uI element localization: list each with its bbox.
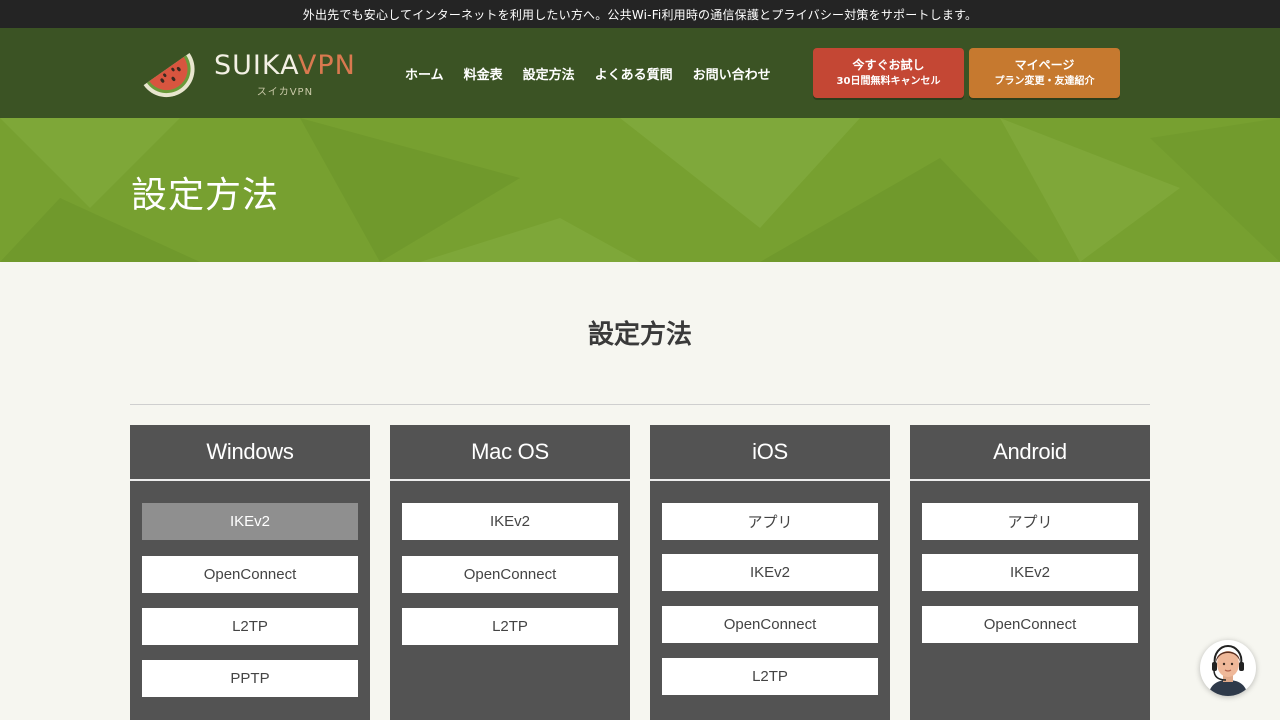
main-nav: ホーム 料金表 設定方法 よくある質問 お問い合わせ <box>405 28 771 118</box>
nav-setup[interactable]: 設定方法 <box>523 64 575 83</box>
setup-link-l2tp[interactable]: L2TP <box>662 658 878 695</box>
setup-link-ikev2[interactable]: IKEv2 <box>662 554 878 591</box>
section-divider <box>130 404 1150 405</box>
mypage-label: マイページ <box>1014 58 1075 72</box>
free-trial-button[interactable]: 今すぐお試し 30日間無料キャンセル <box>813 48 964 98</box>
section-heading: 設定方法 <box>587 320 692 350</box>
setup-link-l2tp[interactable]: L2TP <box>142 608 358 645</box>
setup-link-app[interactable]: アプリ <box>662 503 878 540</box>
setup-link-l2tp[interactable]: L2TP <box>402 608 618 645</box>
platform-column-ios: iOS アプリ IKEv2 OpenConnect L2TP <box>650 425 890 720</box>
logo-subtitle: スイカVPN <box>256 86 314 98</box>
platform-heading: Mac OS <box>390 425 630 481</box>
setup-link-openconnect[interactable]: OpenConnect <box>402 556 618 593</box>
setup-link-app[interactable]: アプリ <box>922 503 1138 540</box>
setup-link-openconnect[interactable]: OpenConnect <box>142 556 358 593</box>
announcement-bar: 外出先でも安心してインターネットを利用したい方へ。公共Wi-Fi利用時の通信保護… <box>0 0 1280 28</box>
platform-heading: Android <box>910 425 1150 481</box>
setup-link-ikev2[interactable]: IKEv2 <box>142 503 358 540</box>
logo-wordmark-vpn: VPN <box>297 49 356 81</box>
page-hero: 設定方法 <box>0 118 1280 262</box>
mypage-sublabel: プラン変更・友達紹介 <box>994 76 1095 87</box>
setup-link-openconnect[interactable]: OpenConnect <box>922 606 1138 643</box>
setup-link-openconnect[interactable]: OpenConnect <box>662 606 878 643</box>
nav-home[interactable]: ホーム <box>405 64 444 83</box>
watermelon-logo-icon <box>143 53 195 98</box>
support-agent-icon <box>1208 644 1248 696</box>
free-trial-label: 今すぐお試し <box>852 58 925 72</box>
chat-support-button[interactable] <box>1200 640 1256 696</box>
setup-link-ikev2[interactable]: IKEv2 <box>402 503 618 540</box>
platform-column-android: Android アプリ IKEv2 OpenConnect <box>910 425 1150 720</box>
nav-faq[interactable]: よくある質問 <box>595 64 673 83</box>
platform-heading: Windows <box>130 425 370 481</box>
page-title: 設定方法 <box>131 175 280 216</box>
site-header: SUIKAVPN スイカVPN ホーム 料金表 設定方法 よくある質問 お問い合… <box>0 28 1280 118</box>
logo-wordmark-suika: SUIKA <box>214 49 298 81</box>
platform-heading: iOS <box>650 425 890 481</box>
site-logo[interactable]: SUIKAVPN スイカVPN <box>138 42 356 106</box>
nav-contact[interactable]: お問い合わせ <box>693 64 771 83</box>
mypage-button[interactable]: マイページ プラン変更・友達紹介 <box>969 48 1120 98</box>
setup-link-pptp[interactable]: PPTP <box>142 660 358 697</box>
announcement-text: 外出先でも安心してインターネットを利用したい方へ。公共Wi-Fi利用時の通信保護… <box>302 7 978 22</box>
free-trial-sublabel: 30日間無料キャンセル <box>836 76 941 87</box>
platform-column-macos: Mac OS IKEv2 OpenConnect L2TP <box>390 425 630 720</box>
setup-link-ikev2[interactable]: IKEv2 <box>922 554 1138 591</box>
nav-pricing[interactable]: 料金表 <box>464 64 503 83</box>
platform-column-windows: Windows IKEv2 OpenConnect L2TP PPTP <box>130 425 370 720</box>
